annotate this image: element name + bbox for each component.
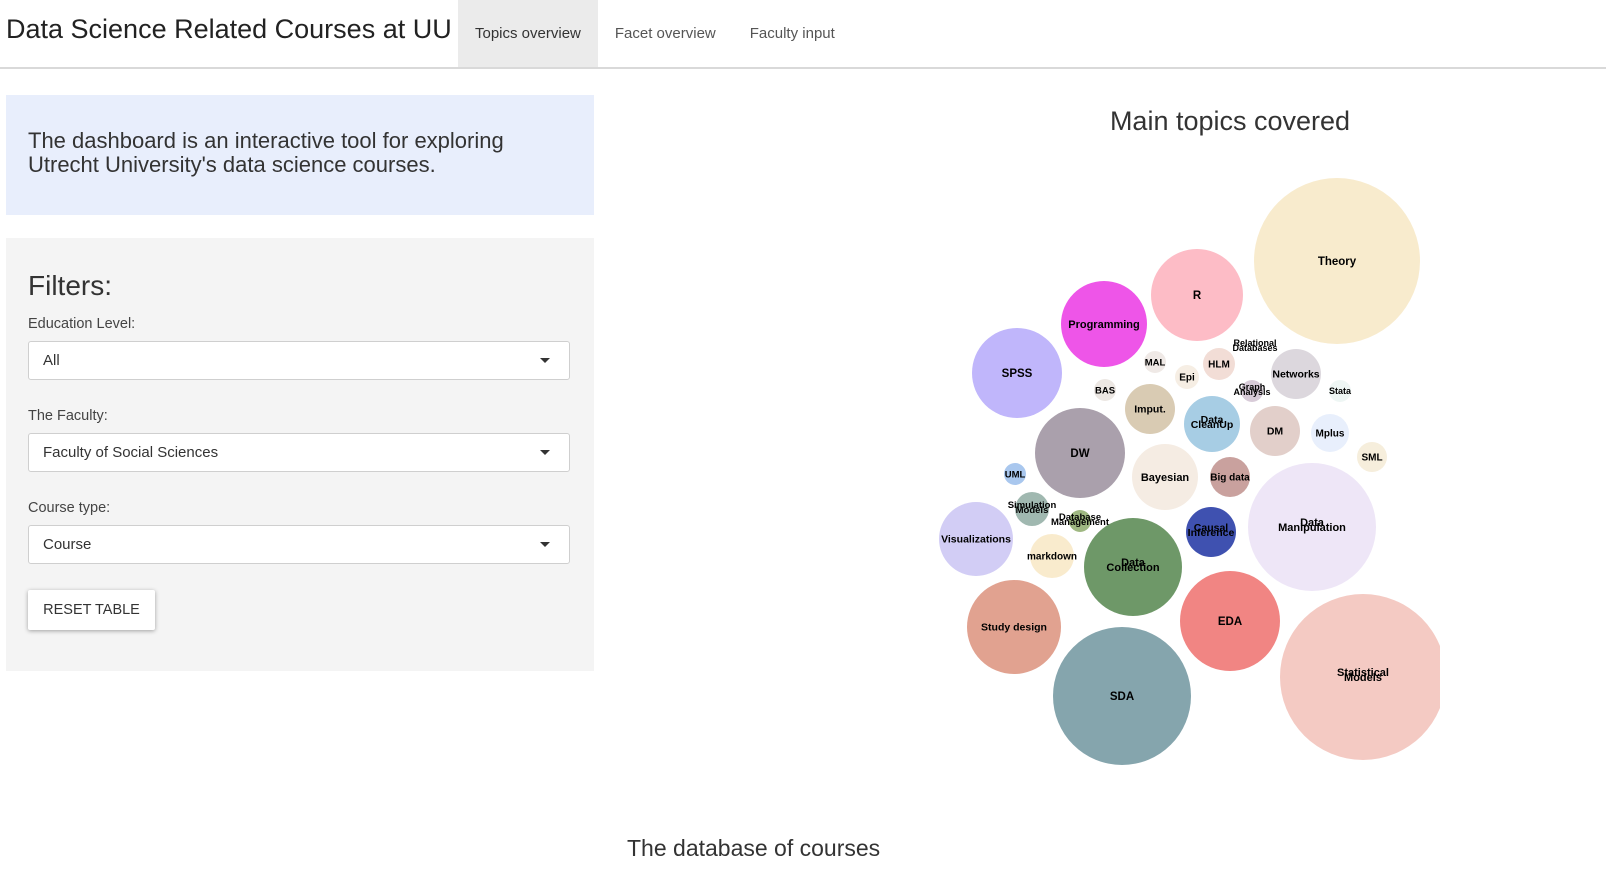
bubble-data-collection[interactable]: DataCollection — [1084, 518, 1182, 616]
bubble-label: HLM — [1208, 360, 1230, 371]
database-title: The database of courses — [627, 835, 881, 861]
bubble-label: BAS — [1095, 385, 1115, 396]
bubble-graph-analysis[interactable]: GraphAnalysis — [1233, 380, 1271, 402]
bubble-bayesian[interactable]: Bayesian — [1132, 444, 1198, 510]
tab-faculty-input[interactable]: Faculty input — [733, 0, 852, 67]
bubble-big-data[interactable]: Big data — [1210, 457, 1250, 497]
bubble-label: Stata — [1329, 386, 1352, 396]
bubble-label: Bayesian — [1141, 472, 1190, 484]
bubble-study-design[interactable]: Study design — [967, 580, 1061, 674]
topics-bubble-chart: Theory R Programming SPSS MAL HLMRelationalDa… — [939, 178, 1440, 765]
bubble-label: DW — [1070, 448, 1089, 460]
education-level-label: Education Level: — [28, 316, 136, 332]
bubble-label: SPSS — [1002, 368, 1033, 380]
course-type-value: Course — [43, 536, 92, 553]
course-type-select[interactable]: Course — [28, 525, 570, 564]
bubble-bas[interactable]: BAS — [1094, 379, 1116, 401]
bubble-uml[interactable]: UML — [1004, 463, 1026, 485]
bubble-data-manipulation[interactable]: DataManipulation — [1248, 463, 1376, 591]
bubble-theory[interactable]: Theory — [1254, 178, 1420, 344]
education-level-value: All — [43, 352, 60, 369]
reset-table-button[interactable]: RESET TABLE — [28, 590, 155, 630]
bubble-label: R — [1193, 290, 1202, 302]
bubble-label: Imput. — [1134, 404, 1166, 416]
bubble-label: Visualizations — [941, 534, 1011, 546]
bubble-dm[interactable]: DM — [1250, 406, 1300, 456]
bubble-label: CausalInference — [1188, 522, 1235, 539]
filters-panel: Filters: Education Level: All The Facult… — [6, 238, 594, 671]
bubble-causal-inference[interactable]: CausalInference — [1186, 507, 1236, 557]
filters-heading: Filters: — [28, 270, 112, 301]
bubble-label: StatisticalModels — [1337, 667, 1389, 684]
faculty-select[interactable]: Faculty of Social Sciences — [28, 433, 570, 472]
bubble-label: Programming — [1068, 319, 1140, 331]
bubble-r[interactable]: R — [1151, 249, 1243, 341]
bubble-label: EDA — [1218, 616, 1242, 628]
bubble-label: UML — [1005, 469, 1026, 480]
bubble-visualizations[interactable]: Visualizations — [939, 502, 1013, 576]
bubble-mplus[interactable]: Mplus — [1311, 414, 1349, 452]
bubble-statistical-models[interactable]: StatisticalModels — [1280, 594, 1440, 760]
bubble-sda[interactable]: SDA — [1053, 627, 1191, 765]
chevron-down-icon — [540, 358, 550, 363]
chart-title: Main topics covered — [1109, 106, 1351, 136]
bubble-sml[interactable]: SML — [1357, 442, 1387, 472]
bubble-programming[interactable]: Programming — [1061, 281, 1147, 367]
bubble-simulation-models[interactable]: SimulationModels — [1008, 492, 1057, 526]
bubble-data-cleanup[interactable]: DataCleanUp — [1184, 396, 1240, 452]
bubble-dw[interactable]: DW — [1035, 408, 1125, 498]
bubble-label: DM — [1267, 426, 1284, 438]
bubble-epi[interactable]: Epi — [1175, 365, 1199, 389]
chevron-down-icon — [540, 542, 550, 547]
bubble-mal[interactable]: MAL — [1144, 351, 1166, 373]
bubble-label: markdown — [1027, 552, 1077, 563]
course-type-label: Course type: — [28, 500, 111, 516]
bubble-markdown[interactable]: markdown — [1027, 534, 1077, 578]
bubble-spss[interactable]: SPSS — [972, 328, 1062, 418]
bubble-relational-databases[interactable]: RelationalDatabases — [1232, 338, 1278, 354]
faculty-label: The Faculty: — [28, 408, 108, 424]
bubble-label: SimulationModels — [1008, 500, 1057, 516]
bubble-networks[interactable]: Networks — [1271, 349, 1321, 399]
bubble-label: SDA — [1110, 691, 1134, 703]
bubble-label: Study design — [981, 622, 1047, 634]
faculty-value: Faculty of Social Sciences — [43, 444, 219, 461]
bubble-imput[interactable]: Imput. — [1125, 384, 1175, 434]
bubble-label: MAL — [1145, 357, 1166, 368]
intro-text: The dashboard is an interactive tool for… — [28, 128, 504, 177]
bubble-hlm[interactable]: HLM — [1203, 348, 1235, 380]
navbar: Data Science Related Courses at UU Topic… — [0, 0, 1606, 69]
bubble-label: Mplus — [1316, 429, 1345, 440]
intro-panel: The dashboard is an interactive tool for… — [6, 95, 594, 215]
bubble-label: Networks — [1272, 369, 1319, 381]
bubble-label: GraphAnalysis — [1233, 382, 1270, 397]
bubble-eda[interactable]: EDA — [1180, 571, 1280, 671]
bubble-label: DatabaseManagement — [1051, 512, 1110, 528]
tab-bar: Topics overview Facet overview Faculty i… — [458, 0, 852, 67]
bubble-label: SML — [1361, 453, 1382, 464]
tab-topics-overview[interactable]: Topics overview — [458, 0, 598, 67]
app-title: Data Science Related Courses at UU — [6, 14, 452, 44]
bubble-label: Theory — [1318, 256, 1357, 268]
bubble-database-management[interactable]: DatabaseManagement — [1051, 510, 1110, 532]
chevron-down-icon — [540, 450, 550, 455]
education-level-select[interactable]: All — [28, 341, 570, 380]
tab-facet-overview[interactable]: Facet overview — [598, 0, 733, 67]
bubble-stata[interactable]: Stata — [1329, 380, 1352, 402]
bubble-label: Epi — [1179, 373, 1195, 384]
bubble-label: RelationalDatabases — [1232, 338, 1277, 353]
bubble-label: Big data — [1210, 473, 1250, 484]
